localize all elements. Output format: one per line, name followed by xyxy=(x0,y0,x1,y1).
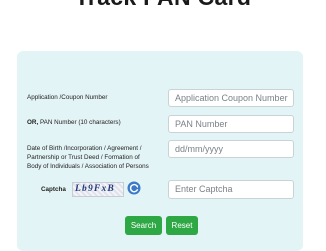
dob-input[interactable]: dd/mm/yyyy xyxy=(168,140,294,158)
application-number-label: Application /Coupon Number xyxy=(27,94,108,101)
page-title: Track PAN Card xyxy=(0,0,326,10)
captcha-input[interactable]: Enter Captcha xyxy=(168,180,294,199)
dob-label-line-3: Body of Individuals / Association of Per… xyxy=(27,163,149,170)
reset-button[interactable]: Reset xyxy=(166,216,198,235)
dob-label-line-1: Date of Birth /Incorporation / Agreement… xyxy=(27,145,142,152)
dob-label-line-2: Partnership or Trust Deed / Formation of xyxy=(27,154,140,161)
captcha-image: Lb9FxB xyxy=(72,182,124,197)
dob-label: Date of Birth /Incorporation / Agreement… xyxy=(27,144,149,171)
search-button[interactable]: Search xyxy=(125,216,162,235)
application-number-input[interactable]: Application Coupon Number xyxy=(168,89,294,107)
pan-number-input[interactable]: PAN Number xyxy=(168,115,294,133)
captcha-image-text: Lb9FxB xyxy=(75,184,115,194)
captcha-label: Captcha xyxy=(41,186,66,193)
pan-number-label-text: PAN Number (10 characters) xyxy=(38,119,121,126)
track-pan-form: Application /Coupon Number Application C… xyxy=(17,51,303,251)
or-label: OR, xyxy=(27,119,39,126)
pan-number-label: OR, PAN Number (10 characters) xyxy=(27,118,121,127)
refresh-icon[interactable] xyxy=(127,181,141,195)
